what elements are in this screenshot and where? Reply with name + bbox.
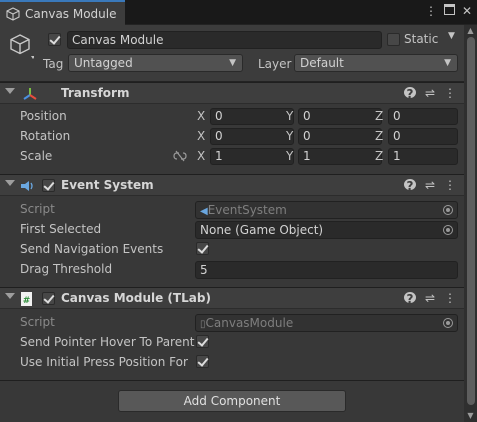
layer-dropdown[interactable]: Default ▼ xyxy=(294,54,458,72)
canvas-module-title: Canvas Module (TLab) xyxy=(61,291,211,305)
static-label: Static xyxy=(404,32,439,46)
axis-y-label[interactable]: Y xyxy=(286,149,293,163)
foldout-arrow-icon[interactable] xyxy=(5,180,15,186)
send-nav-label: Send Navigation Events xyxy=(20,242,164,256)
scroll-thumb[interactable] xyxy=(467,37,475,405)
rotation-x-input[interactable]: 0 xyxy=(210,128,294,145)
initial-press-checkbox[interactable] xyxy=(196,355,209,368)
tag-label: Tag xyxy=(43,57,64,71)
chevron-down-icon: ▼ xyxy=(229,58,236,68)
rotation-y-input[interactable]: 0 xyxy=(298,128,382,145)
object-picker-icon xyxy=(443,205,453,215)
gameobject-header: Canvas Module Static ▼ Tag Untagged ▼ La… xyxy=(0,25,464,82)
canvas-module-enabled-checkbox[interactable] xyxy=(42,292,55,305)
scrollbar[interactable]: ▲ ▼ xyxy=(464,25,477,422)
tab-inspector[interactable]: Canvas Module xyxy=(0,0,125,25)
axis-z-label[interactable]: Z xyxy=(375,149,383,163)
axis-x-label[interactable]: X xyxy=(197,149,205,163)
inspector-tabbar: Canvas Module ⋮ ✕ xyxy=(0,0,477,25)
first-selected-field[interactable]: None (Game Object) xyxy=(195,221,458,239)
drag-threshold-label: Drag Threshold xyxy=(20,262,113,276)
presets-icon[interactable]: ⇌ xyxy=(424,178,436,193)
add-component-button[interactable]: Add Component xyxy=(118,390,346,412)
event-system-icon xyxy=(21,181,33,191)
rotation-label: Rotation xyxy=(20,129,71,143)
es-script-field: ◀EventSystem xyxy=(195,201,458,219)
axis-y-label[interactable]: Y xyxy=(286,109,293,123)
axis-z-label[interactable]: Z xyxy=(375,109,383,123)
position-label: Position xyxy=(20,109,67,123)
csharp-script-icon: # xyxy=(21,292,32,306)
more-vert-icon[interactable]: ⋮ xyxy=(425,4,437,18)
scroll-up-arrow-icon[interactable]: ▲ xyxy=(466,27,475,35)
layer-label: Layer xyxy=(258,57,292,71)
hover-checkbox[interactable] xyxy=(196,335,209,348)
help-icon[interactable]: ? xyxy=(404,178,416,193)
first-selected-label: First Selected xyxy=(20,222,102,236)
es-script-label: Script xyxy=(20,202,55,216)
help-icon[interactable]: ? xyxy=(404,291,416,306)
axis-x-label[interactable]: X xyxy=(197,109,205,123)
position-y-input[interactable]: 0 xyxy=(298,108,382,125)
es-script-value: EventSystem xyxy=(207,203,287,217)
transform-axes-icon xyxy=(23,88,37,100)
first-selected-value: None (Game Object) xyxy=(200,223,324,237)
canvas-module-header[interactable]: # Canvas Module (TLab) ? ⇌ ⋮ xyxy=(0,287,464,309)
scale-y-input[interactable]: 1 xyxy=(298,148,382,165)
send-nav-checkbox[interactable] xyxy=(196,242,209,255)
axis-x-label[interactable]: X xyxy=(197,129,205,143)
transform-header[interactable]: Transform ? ⇌ ⋮ xyxy=(0,82,464,104)
static-dropdown-arrow-icon[interactable]: ▼ xyxy=(448,31,455,41)
more-vert-icon[interactable]: ⋮ xyxy=(444,86,456,101)
active-checkbox[interactable] xyxy=(48,33,61,46)
hover-label: Send Pointer Hover To Parent xyxy=(20,335,195,349)
event-system-header[interactable]: Event System ? ⇌ ⋮ xyxy=(0,174,464,196)
drag-threshold-input[interactable]: 5 xyxy=(195,261,458,279)
divider xyxy=(0,380,464,381)
gameobject-cube-icon[interactable] xyxy=(6,31,34,59)
event-system-title: Event System xyxy=(61,178,154,192)
more-vert-icon[interactable]: ⋮ xyxy=(444,178,456,193)
tag-value: Untagged xyxy=(74,56,133,70)
maximize-icon[interactable] xyxy=(443,4,455,18)
layer-value: Default xyxy=(300,56,344,70)
axis-y-label[interactable]: Y xyxy=(286,129,293,143)
axis-z-label[interactable]: Z xyxy=(375,129,383,143)
scale-label: Scale xyxy=(20,149,53,163)
position-z-input[interactable]: 0 xyxy=(388,108,458,125)
event-system-enabled-checkbox[interactable] xyxy=(42,179,55,192)
cm-script-label: Script xyxy=(20,315,55,329)
foldout-arrow-icon[interactable] xyxy=(5,88,15,94)
cm-script-value: CanvasModule xyxy=(205,316,294,330)
initial-press-label: Use Initial Press Position For Dr xyxy=(20,355,192,369)
help-icon[interactable]: ? xyxy=(404,86,416,101)
cube-icon xyxy=(6,6,20,21)
more-vert-icon[interactable]: ⋮ xyxy=(444,291,456,306)
object-picker-icon xyxy=(443,318,453,328)
tag-dropdown[interactable]: Untagged ▼ xyxy=(68,54,243,72)
scale-x-input[interactable]: 1 xyxy=(210,148,294,165)
foldout-arrow-icon[interactable] xyxy=(5,293,15,299)
transform-title: Transform xyxy=(61,86,130,100)
scroll-down-arrow-icon[interactable]: ▼ xyxy=(466,412,475,420)
close-icon[interactable]: ✕ xyxy=(461,4,473,18)
rotation-z-input[interactable]: 0 xyxy=(388,128,458,145)
position-x-input[interactable]: 0 xyxy=(210,108,294,125)
script-icon: ◀ xyxy=(200,206,208,217)
static-checkbox[interactable] xyxy=(387,33,400,46)
presets-icon[interactable]: ⇌ xyxy=(424,291,436,306)
tab-title: Canvas Module xyxy=(25,6,117,21)
chevron-down-icon: ▼ xyxy=(444,58,451,68)
link-broken-icon[interactable] xyxy=(173,150,187,162)
gameobject-name-input[interactable]: Canvas Module xyxy=(67,31,382,49)
cm-script-field: ▯CanvasModule xyxy=(195,314,458,332)
scale-z-input[interactable]: 1 xyxy=(388,148,458,165)
presets-icon[interactable]: ⇌ xyxy=(424,86,436,101)
svg-text:#: # xyxy=(23,296,31,306)
inspector-content: Canvas Module Static ▼ Tag Untagged ▼ La… xyxy=(0,25,464,422)
object-picker-icon[interactable] xyxy=(443,225,453,235)
